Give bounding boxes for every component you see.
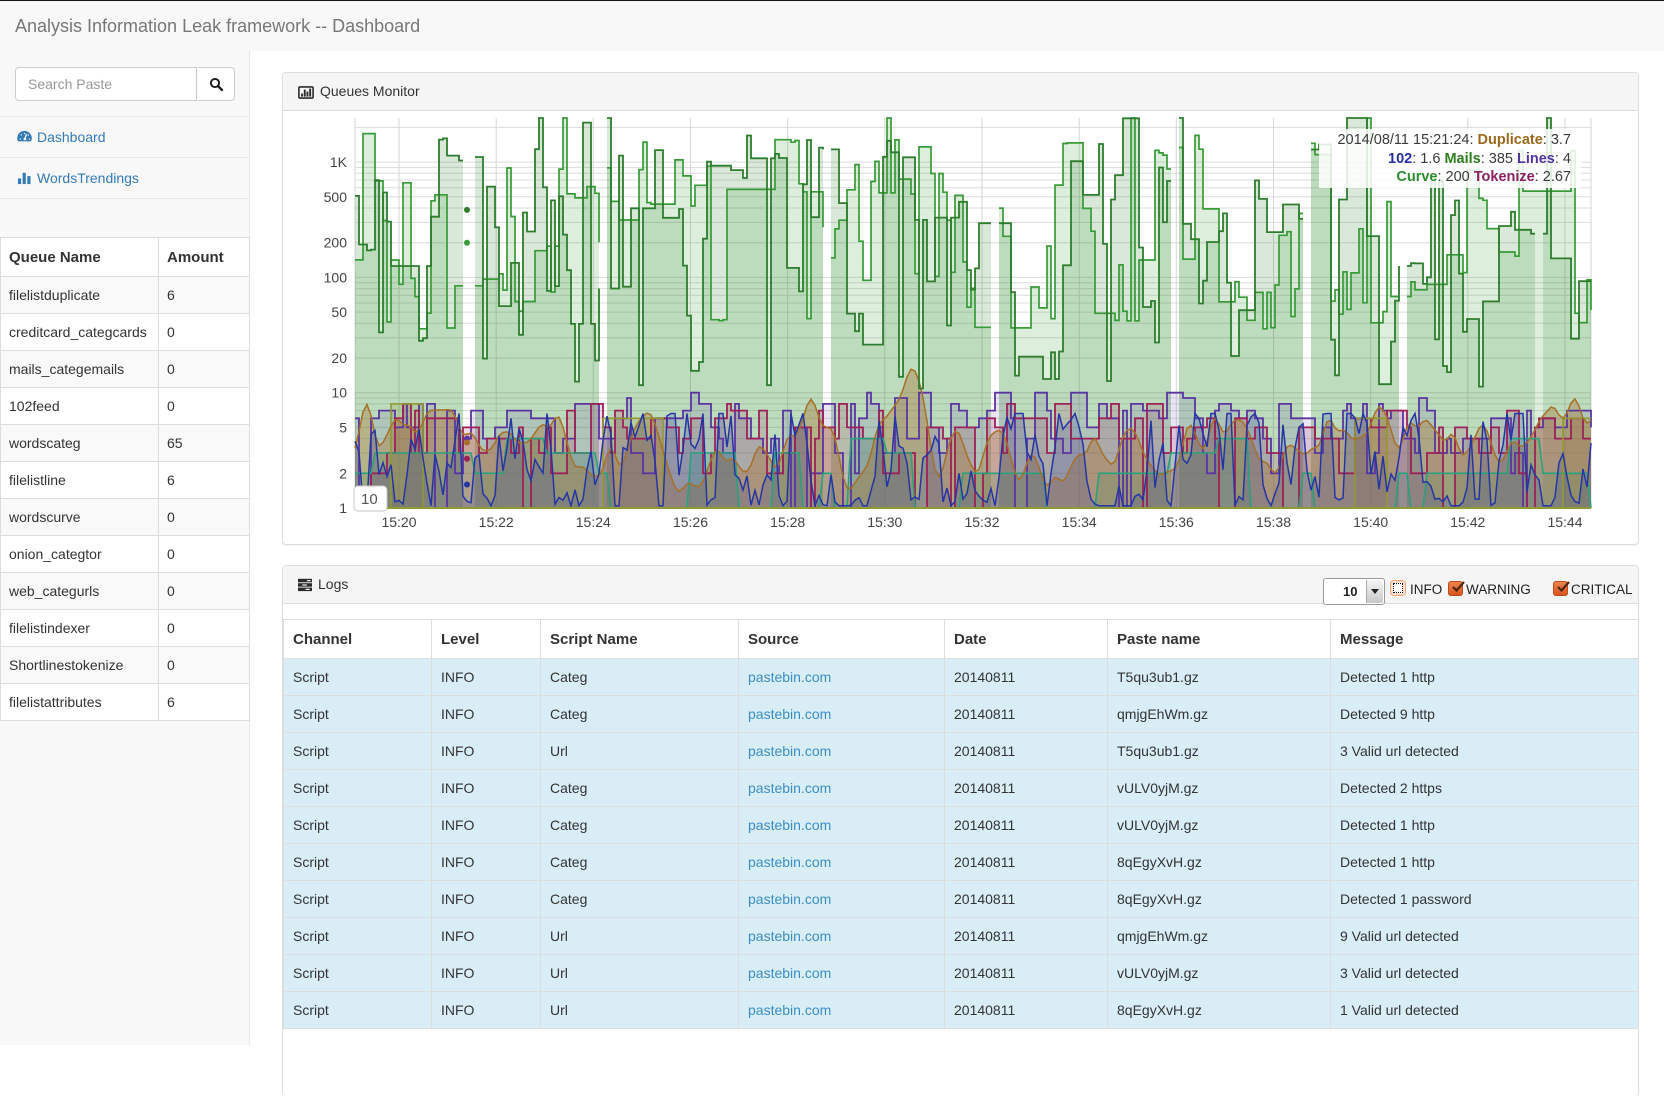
svg-text:20: 20: [331, 350, 347, 366]
svg-text:15:30: 15:30: [867, 514, 902, 530]
svg-text:1: 1: [339, 500, 347, 516]
svg-text:102: 1.6 Mails: 385 Lines: 4: 102: 1.6 Mails: 385 Lines: 4: [1388, 151, 1571, 167]
svg-text:15:26: 15:26: [673, 514, 708, 530]
svg-text:2: 2: [339, 465, 347, 481]
svg-text:5: 5: [339, 419, 347, 435]
svg-text:2014/08/11 15:21:24: Duplicate: 2014/08/11 15:21:24: Duplicate: 3.7: [1337, 132, 1571, 148]
svg-text:15:28: 15:28: [770, 514, 805, 530]
svg-text:15:22: 15:22: [479, 514, 514, 530]
svg-text:50: 50: [331, 304, 347, 320]
svg-text:500: 500: [324, 189, 348, 205]
svg-text:15:40: 15:40: [1353, 514, 1388, 530]
svg-text:15:38: 15:38: [1256, 514, 1291, 530]
svg-text:15:34: 15:34: [1062, 514, 1097, 530]
svg-text:200: 200: [324, 235, 348, 251]
svg-text:100: 100: [324, 269, 348, 285]
svg-text:1K: 1K: [330, 154, 348, 170]
svg-text:15:36: 15:36: [1159, 514, 1194, 530]
svg-text:Curve: 200 Tokenize: 2.67: Curve: 200 Tokenize: 2.67: [1396, 169, 1571, 185]
svg-text:15:24: 15:24: [576, 514, 611, 530]
svg-text:15:32: 15:32: [964, 514, 999, 530]
svg-text:15:20: 15:20: [381, 514, 416, 530]
svg-text:15:42: 15:42: [1450, 514, 1485, 530]
svg-text:15:44: 15:44: [1547, 514, 1582, 530]
svg-text:10: 10: [361, 491, 378, 508]
svg-text:10: 10: [331, 385, 347, 401]
